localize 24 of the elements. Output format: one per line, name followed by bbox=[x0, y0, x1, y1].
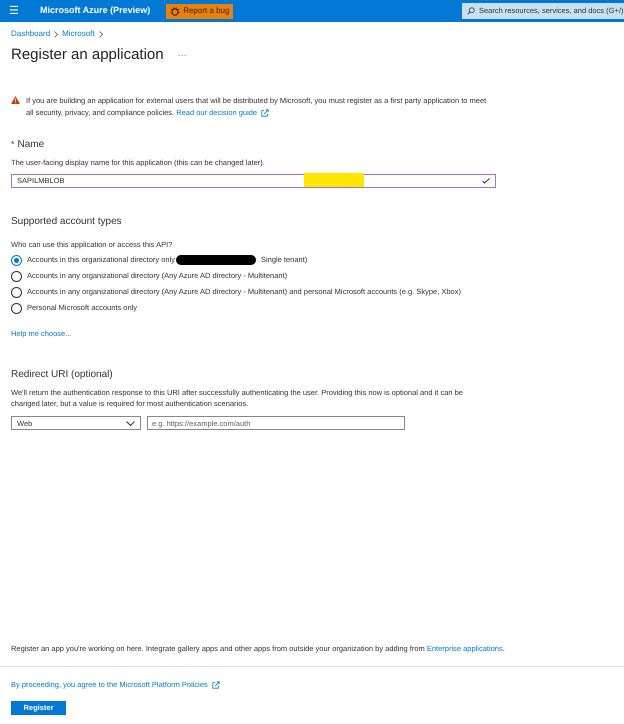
section-heading: Supported account types bbox=[11, 214, 123, 229]
radio-button[interactable] bbox=[11, 254, 22, 266]
warning-icon bbox=[11, 96, 20, 104]
radio-button[interactable] bbox=[11, 302, 22, 314]
required-mark: * bbox=[11, 138, 15, 150]
chevron-down-icon bbox=[126, 420, 135, 426]
report-bug-button[interactable]: Report a bug bbox=[166, 4, 234, 18]
search-icon bbox=[467, 7, 475, 15]
external-link-icon bbox=[261, 108, 270, 117]
radio-button[interactable] bbox=[11, 270, 22, 282]
redaction-mark bbox=[304, 172, 364, 187]
bug-icon bbox=[170, 6, 180, 16]
app-title[interactable]: Microsoft Azure (Preview) bbox=[40, 4, 150, 18]
chevron-right-icon bbox=[98, 30, 103, 38]
menu-icon[interactable]: ☰ bbox=[0, 2, 28, 20]
name-label: Name bbox=[18, 138, 44, 152]
page-title: Register an application bbox=[11, 45, 164, 65]
breadcrumb-link[interactable]: Dashboard bbox=[11, 28, 50, 40]
external-link-icon bbox=[212, 680, 220, 689]
breadcrumb-link[interactable]: Microsoft bbox=[62, 28, 95, 40]
radio-button[interactable] bbox=[11, 286, 22, 298]
section-heading: Redirect URI (optional) bbox=[11, 368, 114, 382]
chevron-right-icon bbox=[54, 30, 58, 38]
more-icon[interactable]: ··· bbox=[178, 48, 187, 62]
